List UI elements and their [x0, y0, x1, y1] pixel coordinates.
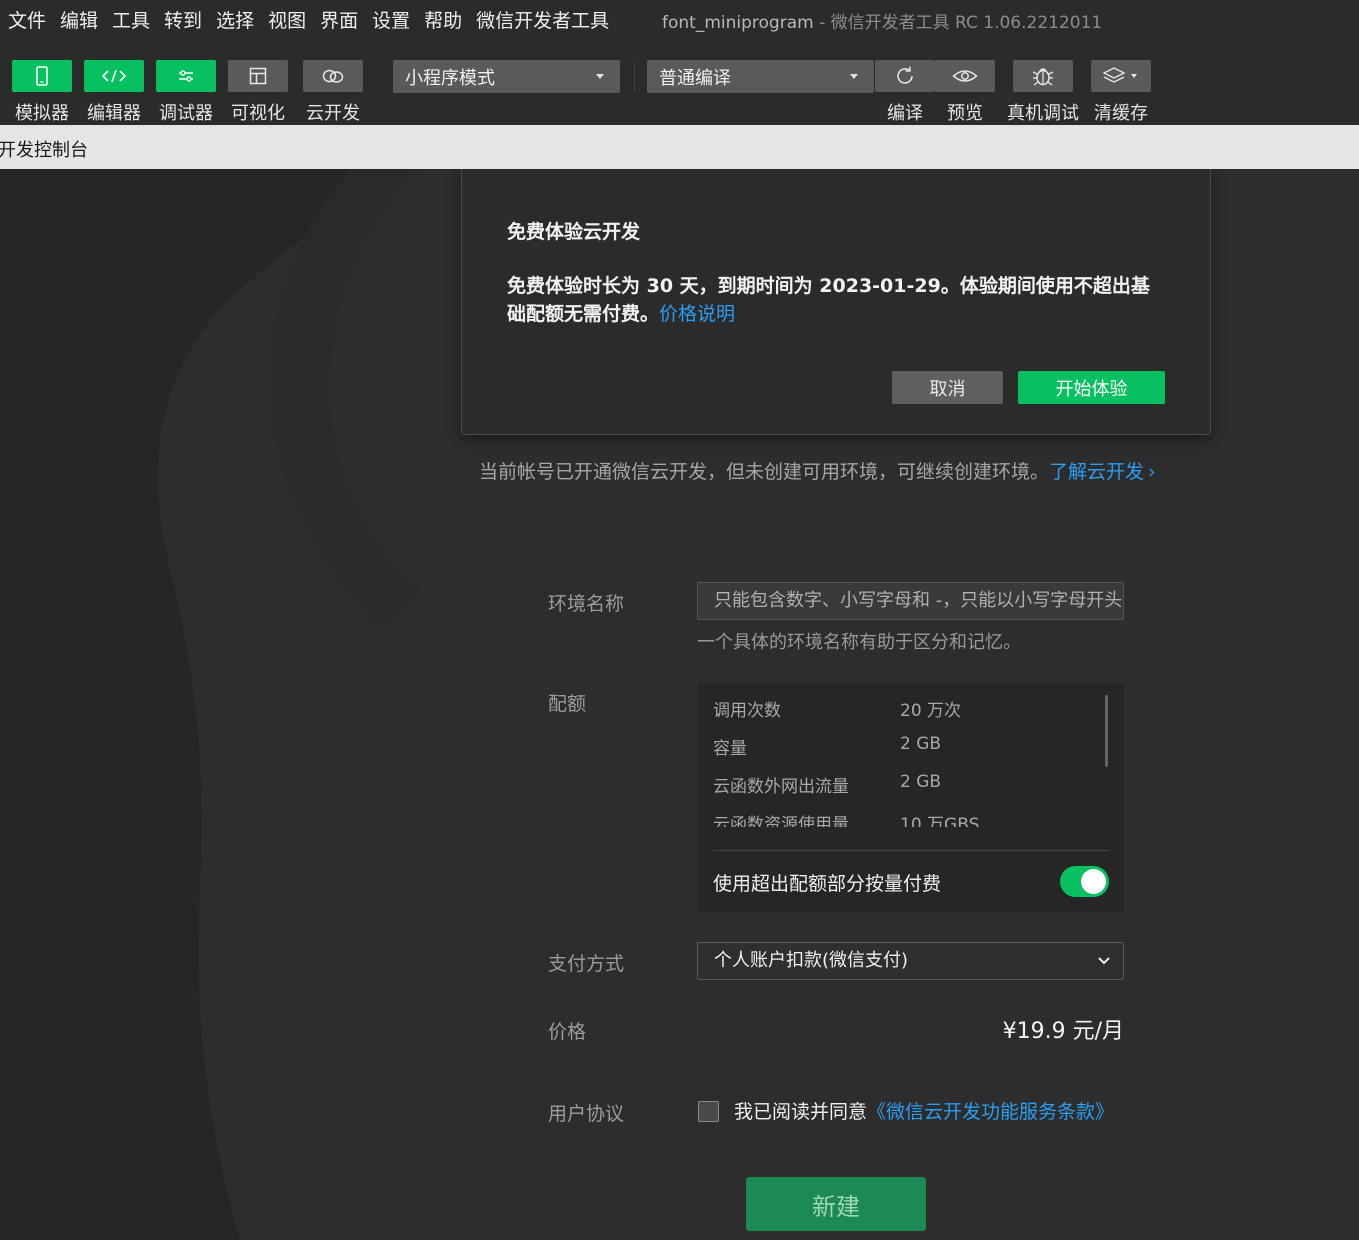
quota-name: 云函数资源使用量: [713, 815, 849, 827]
quota-name: 容量: [713, 739, 747, 759]
notice-message: 当前帐号已开通微信云开发，但未创建可用环境，可继续创建环境。: [479, 461, 1050, 483]
menu-select[interactable]: 选择: [216, 6, 254, 33]
menubar: 文件 编辑 工具 转到 选择 视图 界面 设置 帮助 微信开发者工具: [0, 0, 615, 38]
quota-value: 10 万GBS: [900, 815, 980, 827]
quota-panel: 调用次数 20 万次 容量 2 GB 云函数外网出流量 2 GB 云函数资源使用…: [698, 683, 1124, 912]
quota-value: 2 GB: [900, 772, 942, 792]
chevron-right-icon: ›: [1148, 461, 1156, 483]
mode-select[interactable]: 小程序模式: [393, 60, 620, 93]
quota-row: 云函数资源使用量 10 万GBS: [713, 800, 1093, 827]
debugger-button[interactable]: [156, 60, 216, 92]
debugger-label: 调试器: [159, 103, 213, 124]
bug-icon: [1032, 68, 1054, 86]
simulator-button[interactable]: [12, 60, 72, 92]
cancel-button[interactable]: 取消: [892, 371, 1003, 404]
menu-interface[interactable]: 界面: [320, 6, 358, 33]
env-name-hint: 一个具体的环境名称有助于区分和记忆。: [697, 632, 1021, 653]
quota-row: 调用次数 20 万次: [713, 686, 1093, 724]
price-value: ¥19.9 元/月: [1002, 1019, 1124, 1044]
quota-scrollbar[interactable]: [1105, 695, 1108, 767]
code-icon: [101, 69, 127, 83]
menu-devtools[interactable]: 微信开发者工具: [476, 6, 609, 33]
quota-label: 配额: [548, 693, 587, 715]
learn-cloud-link[interactable]: 了解云开发: [1049, 461, 1144, 483]
quota-value: 2 GB: [900, 734, 942, 754]
agreement-prefix: 我已阅读并同意: [734, 1101, 868, 1123]
quota-list[interactable]: 调用次数 20 万次 容量 2 GB 云函数外网出流量 2 GB 云函数资源使用…: [698, 683, 1108, 827]
editor-label: 编辑器: [87, 103, 141, 124]
compile-select-value: 普通编译: [659, 67, 731, 89]
menu-help[interactable]: 帮助: [424, 6, 462, 33]
quota-value: 20 万次: [900, 701, 962, 721]
price-info-link[interactable]: 价格说明: [659, 303, 735, 325]
cloud-icon: [322, 69, 344, 83]
clear-cache-button[interactable]: [1091, 60, 1151, 92]
payment-select[interactable]: 个人账户扣款(微信支付): [697, 942, 1124, 980]
remote-debug-label: 真机调试: [1007, 103, 1079, 124]
chevron-down-icon: [1098, 957, 1110, 965]
sliders-icon: [179, 70, 193, 82]
menu-edit[interactable]: 编辑: [60, 6, 98, 33]
notice-text: 当前帐号已开通微信云开发，但未创建可用环境，可继续创建环境。了解云开发 ›: [479, 457, 1156, 484]
dialog-body-text: 免费体验时长为 30 天，到期时间为 2023-01-29。体验期间使用不超出基…: [507, 275, 1150, 325]
cloud-dev-panel: 免费体验云开发 免费体验时长为 30 天，到期时间为 2023-01-29。体验…: [0, 169, 1359, 1240]
quota-row: 云函数外网出流量 2 GB: [713, 762, 1093, 800]
refresh-icon: [897, 66, 913, 84]
chevron-down-icon: [596, 74, 604, 79]
clear-cache-label: 清缓存: [1094, 103, 1148, 124]
env-name-label: 环境名称: [548, 593, 625, 615]
simulator-label: 模拟器: [15, 103, 69, 124]
toggle-knob: [1081, 869, 1106, 894]
create-button[interactable]: 新建: [746, 1177, 926, 1231]
console-tab[interactable]: 开发控制台: [0, 136, 88, 162]
app-title: - 微信开发者工具 RC 1.06.2212011: [813, 13, 1103, 33]
cloud-label: 云开发: [306, 103, 360, 124]
menu-goto[interactable]: 转到: [164, 6, 202, 33]
compile-button[interactable]: [875, 60, 935, 92]
layers-icon: [1103, 67, 1137, 83]
agreement-text: 我已阅读并同意《微信云开发功能服务条款》: [734, 1097, 1114, 1124]
preview-button[interactable]: [935, 60, 995, 92]
window-title: font_miniprogram - 微信开发者工具 RC 1.06.22120…: [662, 8, 1102, 33]
visual-label: 可视化: [231, 103, 285, 124]
quota-name: 调用次数: [713, 701, 781, 721]
quota-divider: [713, 850, 1109, 851]
free-trial-dialog: 免费体验云开发 免费体验时长为 30 天，到期时间为 2023-01-29。体验…: [461, 169, 1211, 435]
preview-label: 预览: [947, 103, 983, 124]
price-label: 价格: [548, 1021, 587, 1043]
toolbar-divider: [634, 62, 635, 92]
agreement-label: 用户协议: [548, 1103, 625, 1125]
eye-icon: [952, 70, 978, 82]
overage-label: 使用超出配额部分按量付费: [713, 873, 942, 895]
chevron-down-icon: [850, 74, 858, 79]
project-name: font_miniprogram: [662, 13, 814, 33]
terms-link[interactable]: 《微信云开发功能服务条款》: [867, 1101, 1114, 1123]
quota-name: 云函数外网出流量: [713, 777, 849, 797]
menu-file[interactable]: 文件: [8, 6, 46, 33]
compile-select[interactable]: 普通编译: [647, 60, 874, 93]
payment-label: 支付方式: [548, 953, 625, 975]
cloud-button[interactable]: [303, 60, 363, 92]
menu-tools[interactable]: 工具: [112, 6, 150, 33]
start-trial-button[interactable]: 开始体验: [1018, 371, 1165, 404]
quota-row: 容量 2 GB: [713, 724, 1093, 762]
menu-view[interactable]: 视图: [268, 6, 306, 33]
menu-settings[interactable]: 设置: [372, 6, 410, 33]
dialog-body: 免费体验时长为 30 天，到期时间为 2023-01-29。体验期间使用不超出基…: [507, 272, 1167, 328]
layout-icon: [249, 67, 267, 85]
overage-toggle[interactable]: [1060, 866, 1109, 897]
agreement-checkbox[interactable]: [698, 1101, 719, 1122]
payment-select-value: 个人账户扣款(微信支付): [714, 950, 909, 971]
env-name-input[interactable]: 只能包含数字、小写字母和 -，只能以小写字母开头: [697, 582, 1124, 620]
phone-icon: [36, 66, 48, 86]
console-bar: 开发控制台: [0, 125, 1359, 169]
toolbar: 文件 编辑 工具 转到 选择 视图 界面 设置 帮助 微信开发者工具 font_…: [0, 0, 1359, 125]
remote-debug-button[interactable]: [1013, 60, 1073, 92]
dialog-title: 免费体验云开发: [507, 221, 641, 243]
mode-select-value: 小程序模式: [405, 67, 495, 89]
editor-button[interactable]: [84, 60, 144, 92]
visual-button[interactable]: [228, 60, 288, 92]
